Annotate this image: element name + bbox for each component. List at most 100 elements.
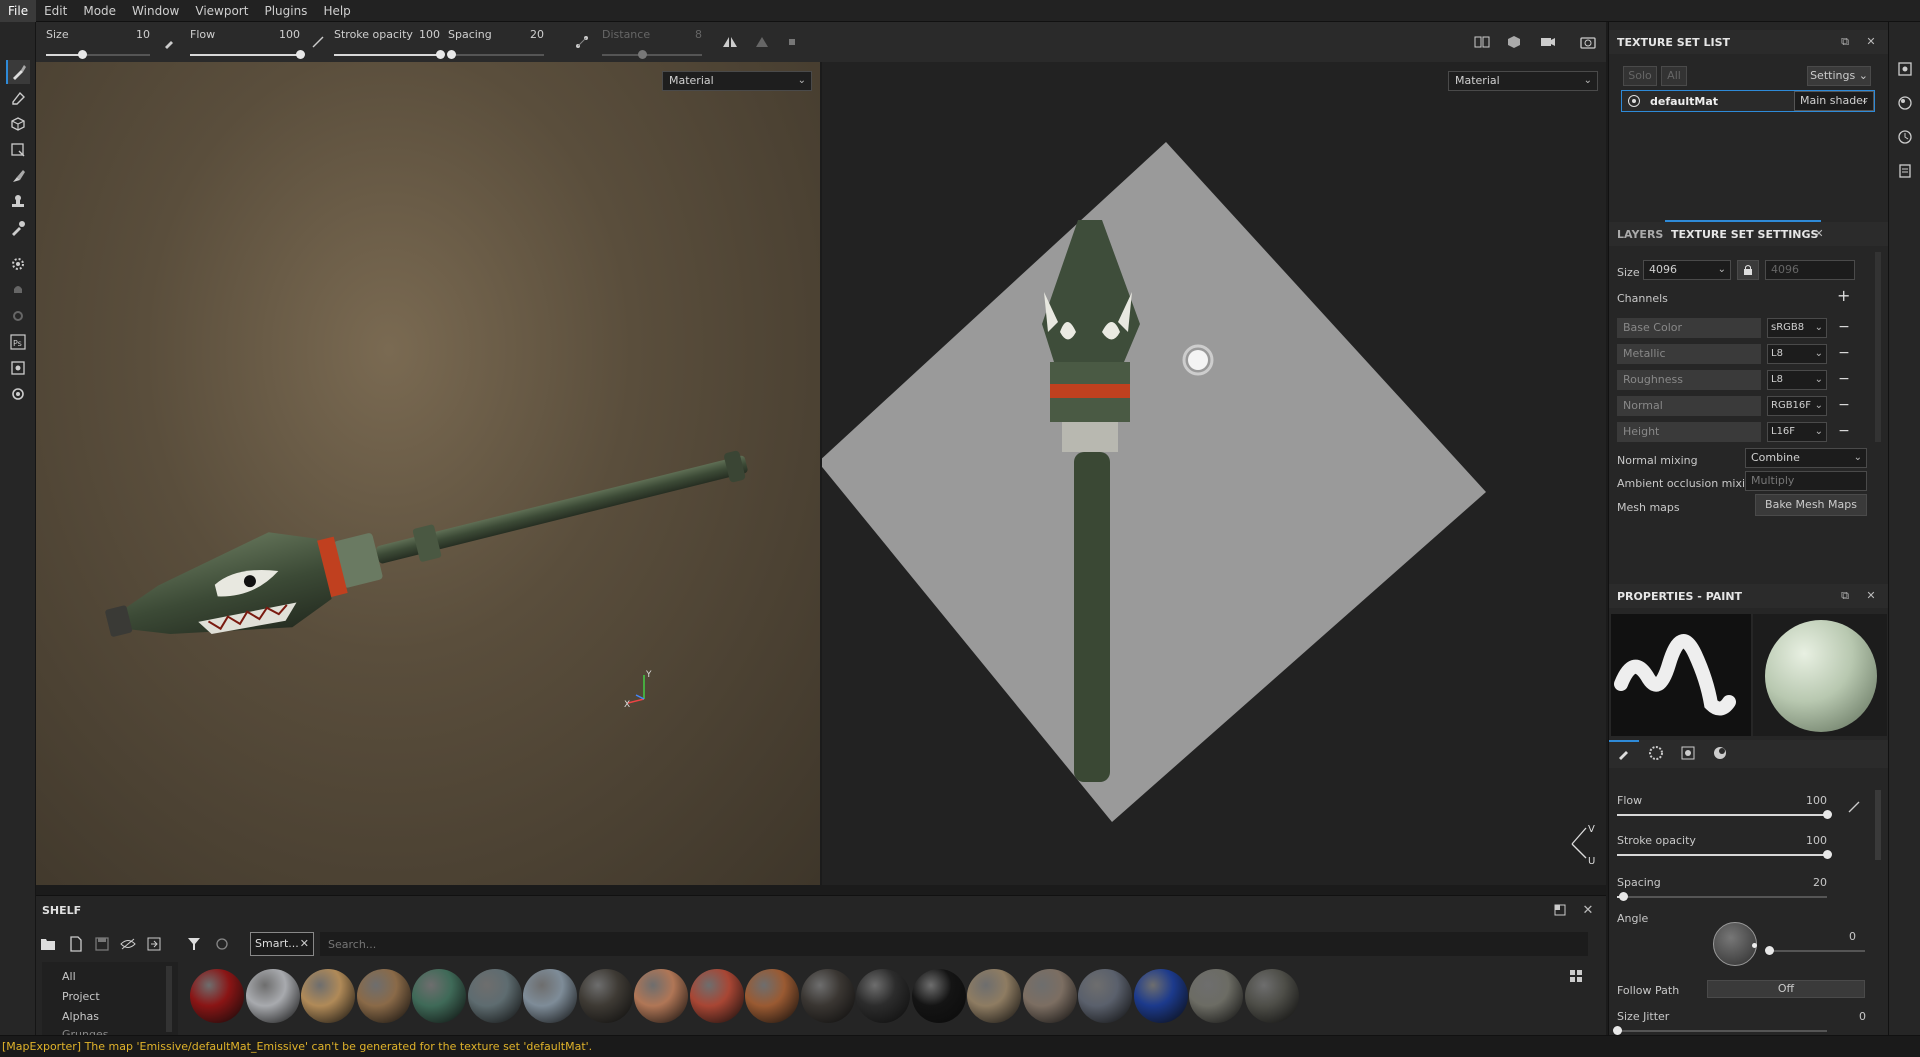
size-slider[interactable]: Size 10 (46, 26, 150, 59)
material-thumbnail[interactable] (1022, 969, 1077, 1023)
remove-channel-icon[interactable]: − (1837, 396, 1851, 416)
channel-format-select[interactable]: L8 ⌄ (1767, 370, 1827, 390)
panel-close-icon[interactable]: ✕ (1863, 34, 1879, 50)
history-dock-icon[interactable] (1895, 130, 1915, 150)
settings-button[interactable]: Settings ⌄ (1807, 66, 1871, 86)
brush-tab-icon[interactable] (1617, 746, 1631, 763)
shelf-search-input[interactable] (320, 932, 1588, 956)
display-settings-dock-icon[interactable] (1895, 96, 1915, 116)
spacing-slider[interactable]: Spacing 20 (446, 26, 544, 59)
material-thumbnail[interactable] (911, 969, 966, 1023)
color-picker-icon[interactable] (6, 216, 30, 240)
gear-dim-icon[interactable] (6, 304, 30, 328)
remove-channel-icon[interactable]: − (1837, 370, 1851, 390)
channel-metallic[interactable]: Metallic (1617, 344, 1761, 364)
material-thumbnail[interactable] (1189, 969, 1243, 1023)
texture-set-item[interactable]: defaultMat Main shader ⌄ (1621, 90, 1875, 112)
material-thumbnail[interactable] (634, 969, 688, 1023)
new-resource-icon[interactable] (66, 934, 86, 954)
menu-file[interactable]: File (0, 0, 37, 22)
shader-select[interactable]: Main shader ⌄ (1794, 91, 1874, 111)
size-lock-icon[interactable] (1737, 260, 1759, 280)
panel-close-icon[interactable]: ✕ (1863, 588, 1879, 604)
remove-channel-icon[interactable]: − (1837, 318, 1851, 338)
material-thumbnail[interactable] (1244, 969, 1299, 1023)
eraser-icon[interactable] (6, 86, 30, 110)
property-spacing-slider[interactable]: Spacing 20 (1617, 876, 1827, 906)
screenshot-camera-icon[interactable] (1578, 32, 1598, 52)
stencil-tab-icon[interactable] (1681, 746, 1695, 763)
filter-tag-close-icon[interactable]: ✕ (300, 933, 309, 955)
shelf-category-all[interactable]: All (62, 970, 76, 983)
material-thumbnail[interactable] (356, 969, 411, 1023)
normal-mixing-select[interactable]: Combine ⌄ (1745, 448, 1867, 468)
material-thumbnail[interactable] (800, 969, 855, 1023)
remove-channel-icon[interactable]: − (1837, 422, 1851, 442)
log-dock-icon[interactable] (1895, 164, 1915, 184)
menu-help[interactable]: Help (315, 0, 358, 22)
material-thumbnail[interactable] (523, 969, 577, 1023)
split-view-icon[interactable] (1472, 32, 1492, 52)
panel-float-icon[interactable]: ⧉ (1837, 588, 1853, 604)
texture-set-list-dock-icon[interactable] (1895, 62, 1915, 82)
paint-brush-icon[interactable] (6, 60, 30, 84)
polygon-fill-icon[interactable] (6, 138, 30, 162)
size-jitter-slider[interactable] (1613, 1026, 1827, 1035)
tab-close-icon[interactable]: ✕ (1811, 226, 1827, 242)
clone-stamp-icon[interactable] (6, 190, 30, 214)
property-stroke-opacity-slider[interactable]: Stroke opacity 100 (1617, 834, 1832, 864)
channel-format-select[interactable]: L16F ⌄ (1767, 422, 1827, 442)
pen-pressure-icon[interactable] (308, 32, 328, 52)
angle-slider[interactable] (1765, 946, 1865, 955)
menu-viewport[interactable]: Viewport (187, 0, 256, 22)
material-thumbnail[interactable] (301, 969, 355, 1023)
tab-texture-set-settings[interactable]: TEXTURE SET SETTINGS (1671, 228, 1818, 241)
material-thumbnail[interactable] (190, 969, 244, 1023)
material-thumbnail[interactable] (745, 969, 799, 1023)
menu-plugins[interactable]: Plugins (256, 0, 315, 22)
lazy-mouse-icon[interactable] (572, 32, 592, 52)
channel-format-select[interactable]: RGB16F ⌄ (1767, 396, 1827, 416)
add-channel-icon[interactable]: + (1837, 286, 1850, 305)
viewport-3d[interactable]: Material ⌄ YX (36, 62, 820, 885)
material-thumbnail[interactable] (856, 969, 910, 1023)
shelf-category-scrollbar[interactable] (166, 966, 172, 1032)
channel-height[interactable]: Height (1617, 422, 1761, 442)
visibility-radio-icon[interactable] (1628, 95, 1640, 107)
shelf-filter-tag[interactable]: Smart... ✕ (250, 932, 314, 956)
export-textures-icon[interactable] (6, 356, 30, 380)
material-thumbnail[interactable] (467, 969, 522, 1023)
tab-layers[interactable]: LAYERS (1617, 228, 1663, 241)
menu-window[interactable]: Window (124, 0, 187, 22)
shelf-close-icon[interactable]: ✕ (1578, 900, 1598, 920)
brush-preview-thumbnail[interactable] (1611, 614, 1751, 736)
folder-icon[interactable] (38, 934, 58, 954)
stroke-opacity-slider[interactable]: Stroke opacity 100 (334, 26, 445, 59)
all-button[interactable]: All (1661, 66, 1687, 86)
remove-channel-icon[interactable]: − (1837, 344, 1851, 364)
ao-mixing-select[interactable]: Multiply (1745, 471, 1867, 491)
brush-settings-icon[interactable] (160, 32, 180, 52)
material-thumbnail[interactable] (412, 969, 466, 1023)
material-thumbnail[interactable] (1078, 969, 1132, 1023)
menu-edit[interactable]: Edit (36, 0, 75, 22)
settings-gear-icon[interactable] (6, 382, 30, 406)
material-thumbnail[interactable] (578, 969, 633, 1023)
angle-dial[interactable] (1713, 922, 1757, 966)
channel-base-color[interactable]: Base Color (1617, 318, 1761, 338)
texture-size-select[interactable]: 4096 ⌄ (1643, 260, 1731, 280)
channel-normal[interactable]: Normal (1617, 396, 1761, 416)
panel-float-icon[interactable]: ⧉ (1837, 34, 1853, 50)
camera-video-icon[interactable] (1538, 32, 1558, 52)
channel-format-select[interactable]: L8 ⌄ (1767, 344, 1827, 364)
alpha-tab-icon[interactable] (1649, 746, 1663, 763)
reset-filter-icon[interactable] (212, 934, 232, 954)
bell-icon[interactable] (6, 278, 30, 302)
follow-path-toggle[interactable]: Off (1707, 980, 1865, 998)
settings-scrollbar[interactable] (1875, 252, 1881, 442)
material-tab-icon[interactable] (1713, 746, 1727, 763)
shelf-category-project[interactable]: Project (62, 990, 100, 1003)
material-thumbnail[interactable] (1133, 969, 1188, 1023)
import-icon[interactable] (144, 934, 164, 954)
projection-icon[interactable] (6, 112, 30, 136)
